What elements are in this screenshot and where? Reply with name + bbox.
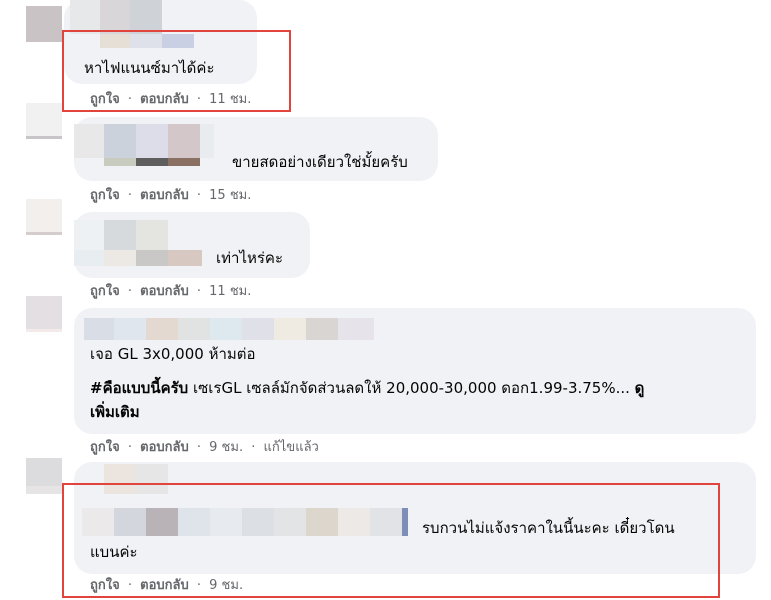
avatar[interactable]: [26, 6, 62, 42]
avatar[interactable]: [26, 296, 62, 332]
like-link[interactable]: ถูกใจ: [90, 92, 120, 107]
timestamp[interactable]: 9 ชม.: [209, 578, 243, 593]
like-link[interactable]: ถูกใจ: [90, 188, 120, 203]
comment-actions: ถูกใจ · ตอบกลับ · 11 ชม.: [90, 284, 251, 300]
comment-text: เท่าไหร่คะ: [216, 249, 284, 267]
separator: ·: [196, 440, 202, 455]
commenter-name-blurred[interactable]: [84, 318, 374, 340]
comment-text: รบกวนไม่แจ้งราคาในนี้นะคะ เดี๋ยวโดน: [422, 519, 675, 537]
comment-actions: ถูกใจ · ตอบกลับ · 11 ชม.: [90, 92, 251, 108]
separator: ·: [127, 578, 132, 593]
separator: ·: [196, 284, 202, 299]
avatar[interactable]: [26, 458, 62, 494]
see-more-link[interactable]: เพิ่มเติม: [90, 402, 140, 422]
separator: ·: [127, 92, 132, 107]
hashtag-link[interactable]: #คือแบบนี้ครับ: [90, 379, 188, 397]
comment-actions: ถูกใจ · ตอบกลับ · 9 ชม. · แก้ไขแล้ว: [90, 440, 319, 456]
like-link[interactable]: ถูกใจ: [90, 284, 120, 299]
comment-text: หาไฟแนนซ์มาได้ค่ะ: [84, 59, 215, 77]
separator: ·: [127, 188, 132, 203]
reply-link[interactable]: ตอบกลับ: [140, 440, 189, 455]
edited-label[interactable]: แก้ไขแล้ว: [264, 440, 319, 455]
reply-link[interactable]: ตอบกลับ: [140, 92, 189, 107]
comment-actions: ถูกใจ · ตอบกลับ · 9 ชม.: [90, 578, 243, 594]
avatar[interactable]: [26, 199, 62, 235]
timestamp[interactable]: 15 ชม.: [209, 188, 251, 203]
separator: ·: [196, 92, 202, 107]
comment-text: ขายสดอย่างเดียวใช่มั้ยครับ: [232, 153, 408, 171]
avatar[interactable]: [26, 103, 62, 139]
commenter-name-blurred[interactable]: [74, 120, 214, 168]
comment-text: แบนค่ะ: [90, 543, 138, 561]
commenter-name-blurred[interactable]: [64, 0, 194, 48]
commenter-name-blurred[interactable]: [82, 464, 416, 538]
comment-actions: ถูกใจ · ตอบกลับ · 15 ชม.: [90, 188, 251, 204]
like-link[interactable]: ถูกใจ: [90, 440, 120, 455]
separator: ·: [251, 440, 256, 455]
see-more-link[interactable]: ดู: [635, 379, 645, 397]
comment-text: #คือแบบนี้ครับ เซเรGL เซลล์มักจัดส่วนลดใ…: [90, 379, 645, 397]
reply-link[interactable]: ตอบกลับ: [140, 284, 189, 299]
separator: ·: [127, 284, 132, 299]
reply-link[interactable]: ตอบกลับ: [140, 188, 189, 203]
timestamp[interactable]: 11 ชม.: [209, 284, 251, 299]
timestamp[interactable]: 9 ชม.: [209, 440, 243, 455]
separator: ·: [196, 578, 202, 593]
separator: ·: [127, 440, 132, 455]
separator: ·: [196, 188, 202, 203]
like-link[interactable]: ถูกใจ: [90, 578, 120, 593]
comment-text: เจอ GL 3x0,000 ห้ามต่อ: [90, 345, 256, 363]
timestamp[interactable]: 11 ชม.: [209, 92, 251, 107]
reply-link[interactable]: ตอบกลับ: [140, 578, 189, 593]
commenter-name-blurred[interactable]: [74, 216, 204, 268]
